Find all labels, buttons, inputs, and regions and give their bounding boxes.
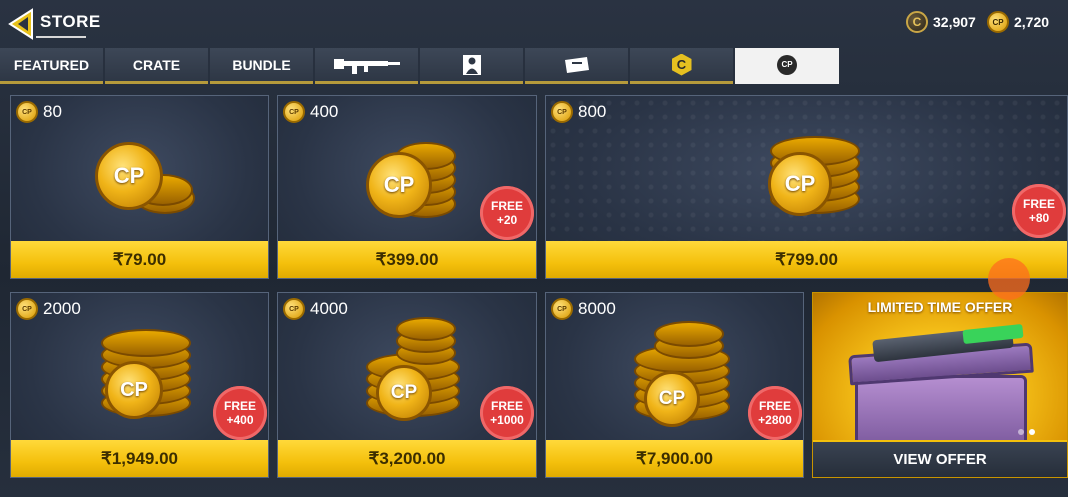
cp-icon: CP <box>551 298 573 320</box>
tab-bundle[interactable]: BUNDLE <box>210 48 313 84</box>
free-label: FREE <box>490 399 523 413</box>
weapon-icon <box>333 58 400 74</box>
free-bonus-badge: FREE +1000 <box>480 386 534 440</box>
pack-amount-value: 8000 <box>578 299 616 318</box>
price-button[interactable]: ₹79.00 <box>11 241 268 278</box>
free-label: FREE <box>758 399 791 413</box>
cp-coin: CP <box>95 142 163 210</box>
back-button[interactable] <box>6 8 38 40</box>
tab-cp-currency[interactable]: CP <box>735 48 839 84</box>
pack-amount: CP 80 <box>16 101 62 123</box>
pack-amount-value: 2000 <box>43 299 81 318</box>
cp-pack-8000[interactable]: CP 8000 CP FREE +2800 ₹7,900.00 <box>545 292 804 478</box>
carousel-dots <box>1018 429 1035 435</box>
tab-featured[interactable]: FEATURED <box>0 48 103 84</box>
tab-weapons[interactable] <box>315 48 418 84</box>
cp-icon: CP <box>283 298 305 320</box>
free-bonus-amount: +20 <box>496 213 518 227</box>
cp-coin: CP <box>644 371 700 427</box>
character-icon <box>462 54 481 75</box>
treasure-chest-icon <box>855 375 1027 449</box>
c-currency-icon: C <box>906 11 928 33</box>
pack-amount: CP 2000 <box>16 298 81 320</box>
page-title: STORE <box>40 12 101 31</box>
cp-currency-icon: CP <box>777 54 797 75</box>
free-bonus-badge: FREE +20 <box>480 186 534 240</box>
touch-indicator <box>988 258 1030 300</box>
price-button[interactable]: ₹3,200.00 <box>278 440 536 477</box>
cp-icon: CP <box>16 298 38 320</box>
cp-coin: CP <box>376 365 432 421</box>
ticket-icon <box>564 56 589 73</box>
free-bonus-amount: +2800 <box>758 413 792 427</box>
cp-pack-80[interactable]: CP 80 CP ₹79.00 <box>10 95 269 279</box>
top-bar: STORE C 32,907 CP 2,720 <box>0 0 1068 46</box>
title-underline <box>36 36 86 38</box>
tab-characters[interactable] <box>420 48 523 84</box>
back-arrow-icon <box>8 8 33 40</box>
cp-icon: CP <box>16 101 38 123</box>
free-label: FREE <box>490 199 523 213</box>
c-currency-amount: 32,907 <box>933 14 976 30</box>
pack-amount: CP 4000 <box>283 298 348 320</box>
cp-pack-4000[interactable]: CP 4000 CP FREE +1000 ₹3,200.00 <box>277 292 537 478</box>
c-currency-balance: C 32,907 <box>906 11 976 33</box>
free-bonus-badge: FREE +2800 <box>748 386 802 440</box>
free-bonus-amount: +80 <box>1028 211 1050 225</box>
cp-coin: CP <box>105 361 163 419</box>
cp-icon: CP <box>283 101 305 123</box>
cp-icon: CP <box>551 101 573 123</box>
cp-pack-2000[interactable]: CP 2000 CP FREE +400 ₹1,949.00 <box>10 292 269 478</box>
view-offer-button[interactable]: VIEW OFFER <box>813 440 1067 477</box>
store-tabs: FEATURED CRATE BUNDLE C CP <box>0 48 841 84</box>
pack-amount-value: 400 <box>310 102 339 121</box>
c-currency-icon: C <box>671 53 692 76</box>
offer-title: LIMITED TIME OFFER <box>867 299 1013 315</box>
limited-offer-card[interactable]: LIMITED TIME OFFER VIEW OFFER <box>812 292 1068 478</box>
cp-coin: CP <box>366 152 432 218</box>
cp-pack-800[interactable]: CP 800 CP FREE +80 ₹799.00 <box>545 95 1068 279</box>
pack-amount-value: 4000 <box>310 299 348 318</box>
tab-tickets[interactable] <box>525 48 628 84</box>
cp-pack-400[interactable]: CP 400 CP FREE +20 ₹399.00 <box>277 95 537 279</box>
free-bonus-amount: +1000 <box>490 413 524 427</box>
cp-coin: CP <box>768 152 832 216</box>
cp-currency-icon: CP <box>987 11 1009 33</box>
cp-currency-amount: 2,720 <box>1014 14 1050 30</box>
carousel-dot-active[interactable] <box>1029 429 1035 435</box>
tab-c-currency[interactable]: C <box>630 48 733 84</box>
pack-amount: CP 8000 <box>551 298 616 320</box>
price-button[interactable]: ₹399.00 <box>278 241 536 278</box>
price-button[interactable]: ₹7,900.00 <box>546 440 803 477</box>
pack-amount-value: 80 <box>43 102 62 121</box>
free-label: FREE <box>223 399 256 413</box>
pack-amount: CP 400 <box>283 101 338 123</box>
pack-amount-value: 800 <box>578 102 607 121</box>
free-label: FREE <box>1022 197 1055 211</box>
price-button[interactable]: ₹1,949.00 <box>11 440 268 477</box>
tab-crate[interactable]: CRATE <box>105 48 208 84</box>
free-bonus-badge: FREE +400 <box>213 386 267 440</box>
pack-amount: CP 800 <box>551 101 606 123</box>
free-bonus-amount: +400 <box>226 413 254 427</box>
free-bonus-badge: FREE +80 <box>1012 184 1066 238</box>
cp-currency-balance: CP 2,720 <box>987 11 1049 33</box>
carousel-dot[interactable] <box>1018 429 1024 435</box>
